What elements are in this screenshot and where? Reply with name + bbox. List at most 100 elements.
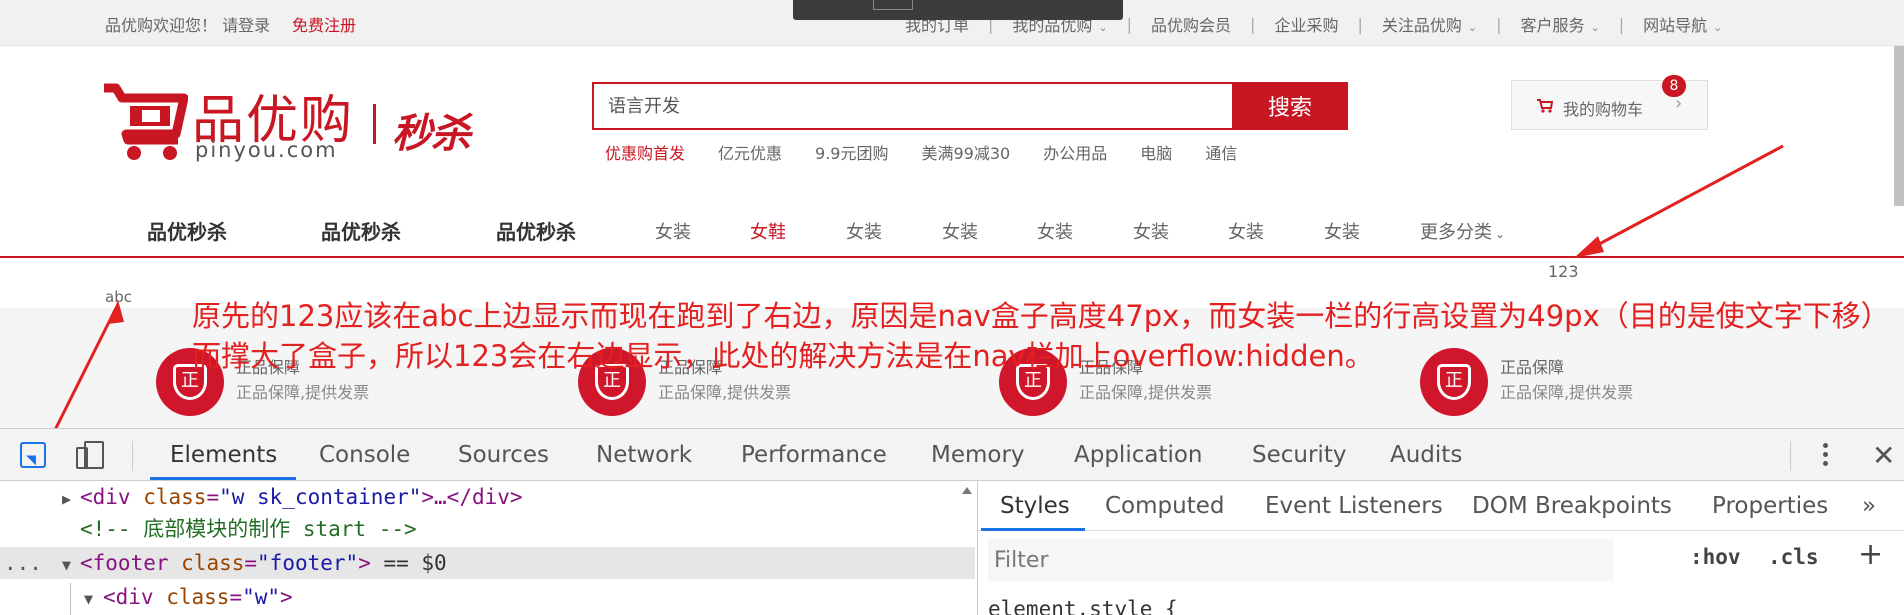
tab-sources[interactable]: Sources xyxy=(458,442,549,468)
main-nav: 品优秒杀 品优秒杀 品优秒杀 女装 女鞋 女装 女装 女装 女装 女装 女装 更… xyxy=(0,200,1904,258)
dom-attr-value: "w sk_container" xyxy=(219,485,422,509)
dom-node[interactable]: ▼ <div class="w"> xyxy=(0,581,975,613)
tab-computed[interactable]: Computed xyxy=(1105,493,1224,519)
top-link-separator: | xyxy=(1126,14,1133,34)
toolbar-divider xyxy=(132,441,133,471)
register-link[interactable]: 免费注册 xyxy=(292,12,356,36)
top-link-separator: | xyxy=(1357,14,1363,34)
top-link-member[interactable]: 品优购会员 xyxy=(1151,12,1231,36)
page: 品优购欢迎您！ 请登录 免费注册 我的订单 | 我的品优购 ⌄ | 品优购会员 |… xyxy=(0,0,1904,615)
tab-dom-breakpoints[interactable]: DOM Breakpoints xyxy=(1472,493,1672,519)
search-input[interactable] xyxy=(592,82,1234,130)
abc-text: abc xyxy=(105,288,132,306)
dom-node[interactable]: ▶ <div class="w sk_container">…</div> xyxy=(0,481,975,513)
kebab-menu-icon[interactable] xyxy=(1820,439,1830,473)
dom-tree: ▶ <div class="w sk_container">…</div> <!… xyxy=(0,481,975,615)
nav-seckill-link[interactable]: 品优秒杀 xyxy=(147,216,227,245)
tab-properties[interactable]: Properties xyxy=(1712,493,1828,519)
collapse-triangle-icon[interactable]: ▼ xyxy=(62,547,71,581)
active-tab-indicator xyxy=(150,477,296,480)
nav-item[interactable]: 女装 xyxy=(1324,218,1360,244)
tab-elements[interactable]: Elements xyxy=(170,442,277,468)
service-desc: 正品保障,提供发票 xyxy=(1079,383,1213,402)
dom-attr-value: "w" xyxy=(242,585,281,609)
tab-performance[interactable]: Performance xyxy=(741,442,887,468)
tab-event-listeners[interactable]: Event Listeners xyxy=(1265,493,1443,519)
styles-pane: Styles Computed Event Listeners DOM Brea… xyxy=(978,481,1904,615)
top-link-label: 客户服务 xyxy=(1520,16,1585,35)
chevron-down-icon: ⌄ xyxy=(1590,21,1600,34)
expand-triangle-icon[interactable]: ▶ xyxy=(62,481,71,515)
cursor-icon xyxy=(26,450,41,466)
dom-node-selected[interactable]: ... ▼ <footer class="footer"> == $0 xyxy=(0,547,975,579)
hotword-link[interactable]: 优惠购首发 xyxy=(605,140,685,164)
close-icon[interactable]: ✕ xyxy=(1872,439,1895,472)
dom-scrollbar[interactable] xyxy=(960,481,974,615)
hotword-link[interactable]: 电脑 xyxy=(1140,140,1172,164)
nav-item[interactable]: 女装 xyxy=(1037,218,1073,244)
top-link-label: 关注品优购 xyxy=(1381,16,1462,35)
top-link-service[interactable]: 客户服务 ⌄ xyxy=(1520,12,1599,36)
tab-styles[interactable]: Styles xyxy=(1000,493,1070,519)
top-link-separator: | xyxy=(1496,14,1502,34)
tab-audits[interactable]: Audits xyxy=(1390,442,1462,468)
logo[interactable]: 品优购 pinyou.com 秒杀 xyxy=(102,78,492,168)
styles-filter-input[interactable] xyxy=(988,539,1613,581)
hotword-link[interactable]: 通信 xyxy=(1205,140,1237,164)
phone-icon xyxy=(76,447,88,469)
top-link-enterprise[interactable]: 企业采购 xyxy=(1274,12,1338,36)
dom-comment[interactable]: <!-- 底部模块的制作 start --> xyxy=(0,513,975,545)
nav-item[interactable]: 女装 xyxy=(1228,218,1264,244)
hotword-link[interactable]: 美满99减30 xyxy=(921,140,1010,164)
hotword-link[interactable]: 亿元优惠 xyxy=(718,140,782,164)
nav-seckill-link[interactable]: 品优秒杀 xyxy=(496,216,576,245)
hotword-link[interactable]: 办公用品 xyxy=(1043,140,1107,164)
selected-node-marker: == $0 xyxy=(370,551,447,575)
toolbar-divider xyxy=(1790,441,1791,471)
page-scrollbar[interactable] xyxy=(1894,46,1904,206)
chevron-down-icon: ⌄ xyxy=(1495,227,1506,241)
search-box: 搜索 xyxy=(592,82,1348,130)
logo-divider xyxy=(373,104,376,144)
shopping-cart-label: 我的购物车 xyxy=(1563,100,1644,119)
top-link-site-nav[interactable]: 网站导航 ⌄ xyxy=(1643,12,1722,36)
dom-node-text: <div class="w sk_container">…</div> xyxy=(80,485,523,509)
top-link-label: 网站导航 xyxy=(1643,16,1708,35)
new-style-rule-icon[interactable]: + xyxy=(1858,537,1883,572)
nav-item[interactable]: 女鞋 xyxy=(750,218,786,244)
top-link-follow[interactable]: 关注品优购 ⌄ xyxy=(1382,12,1477,36)
tab-application[interactable]: Application xyxy=(1074,442,1203,468)
device-toolbar-icon[interactable] xyxy=(76,441,106,471)
dom-comment-text: <!-- 底部模块的制作 start --> xyxy=(80,517,417,541)
nav-more-categories[interactable]: 更多分类 ⌄ xyxy=(1420,218,1505,244)
devtools-panel: Elements Console Sources Network Perform… xyxy=(0,428,1904,615)
scroll-up-icon[interactable] xyxy=(962,487,972,494)
tab-security[interactable]: Security xyxy=(1252,442,1346,468)
tab-memory[interactable]: Memory xyxy=(931,442,1025,468)
nav-seckill-link[interactable]: 品优秒杀 xyxy=(321,216,401,245)
more-tabs-icon[interactable]: » xyxy=(1862,493,1876,519)
dom-tag-close: > xyxy=(358,551,371,575)
dom-node-text: <div class="w"> xyxy=(103,585,293,609)
welcome-login-link[interactable]: 品优购欢迎您！ 请登录 xyxy=(105,12,270,36)
dom-node-text: <footer class="footer"> == $0 xyxy=(80,551,447,575)
cart-logo-icon xyxy=(104,83,188,160)
dom-attr-name: class xyxy=(166,585,230,609)
more-options-icon[interactable]: ... xyxy=(4,547,42,579)
class-toggle[interactable]: .cls xyxy=(1768,545,1819,569)
nav-item[interactable]: 女装 xyxy=(942,218,978,244)
shopping-cart-button[interactable]: 我的购物车 › 8 xyxy=(1511,75,1708,130)
chevron-down-icon: ⌄ xyxy=(1098,21,1108,34)
inspect-element-icon[interactable] xyxy=(20,442,46,468)
nav-item[interactable]: 女装 xyxy=(655,218,691,244)
collapse-triangle-icon[interactable]: ▼ xyxy=(84,581,93,615)
chevron-down-icon: ⌄ xyxy=(1713,21,1723,34)
nav-item[interactable]: 女装 xyxy=(1133,218,1169,244)
search-button[interactable]: 搜索 xyxy=(1232,82,1348,130)
tab-network[interactable]: Network xyxy=(596,442,692,468)
hotword-link[interactable]: 9.9元团购 xyxy=(815,140,888,164)
hover-state-toggle[interactable]: :hov xyxy=(1690,545,1741,569)
chevron-down-icon: ⌄ xyxy=(1467,21,1478,34)
tab-console[interactable]: Console xyxy=(319,442,410,468)
nav-item[interactable]: 女装 xyxy=(846,218,882,244)
